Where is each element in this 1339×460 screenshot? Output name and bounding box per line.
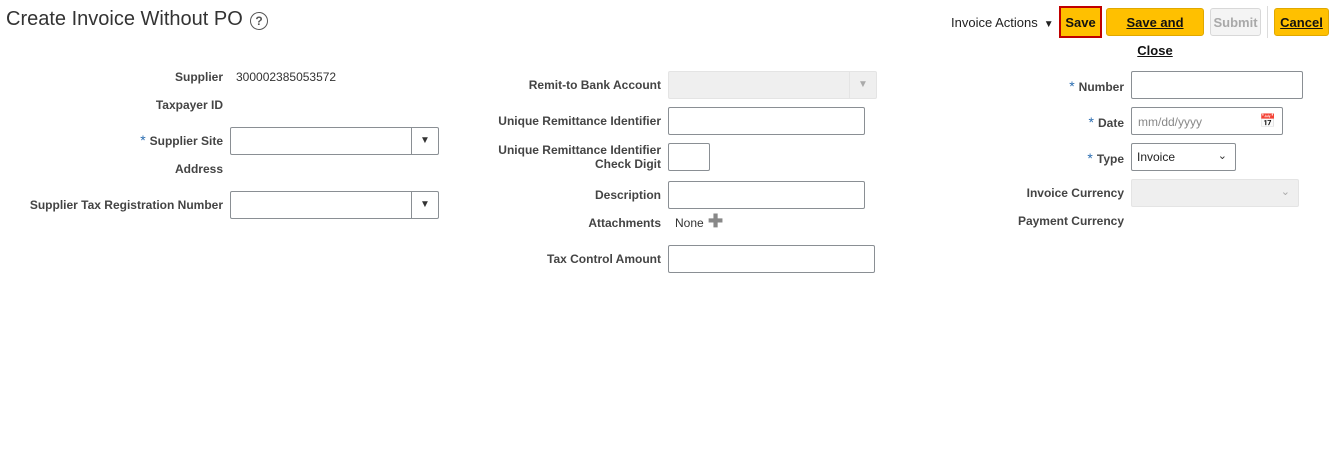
uri-check-digit-input[interactable] (668, 143, 710, 171)
uri-check-digit-label: Unique Remittance Identifier Check Digit (498, 143, 661, 171)
tax-control-amount-label: Tax Control Amount (547, 252, 661, 266)
invoice-actions-menu[interactable]: Invoice Actions ▼ (951, 15, 1054, 30)
help-icon[interactable]: ? (250, 12, 268, 30)
supplier-tax-registration-combobox[interactable]: ▼ (230, 191, 439, 219)
dropdown-arrow-icon: ▼ (849, 72, 876, 98)
attachments-value: None (675, 216, 704, 230)
type-select-value: Invoice (1137, 150, 1176, 164)
description-input[interactable] (668, 181, 865, 209)
uri-check-digit-label-line1: Unique Remittance Identifier (498, 143, 661, 157)
number-label: * Number (1069, 78, 1124, 94)
cancel-label: Cancel (1280, 15, 1323, 30)
remit-to-bank-label: Remit-to Bank Account (528, 78, 661, 92)
submit-button[interactable]: Submit (1210, 8, 1261, 36)
save-button[interactable]: Save (1059, 6, 1102, 38)
dropdown-arrow-icon[interactable]: ▼ (411, 128, 438, 154)
supplier-label: Supplier (174, 70, 223, 84)
save-and-close-label: Save and Close (1126, 15, 1184, 58)
remit-to-bank-select: ▼ (668, 71, 877, 99)
type-label-text: Type (1096, 152, 1124, 166)
address-label: Address (174, 162, 223, 176)
required-indicator: * (1069, 78, 1075, 94)
type-select[interactable]: Invoice ⌄ (1131, 143, 1236, 171)
supplier-site-label-text: Supplier Site (149, 134, 223, 148)
supplier-site-combobox[interactable]: ▼ (230, 127, 439, 155)
number-label-text: Number (1078, 80, 1124, 94)
supplier-site-label: * Supplier Site (140, 132, 223, 148)
description-label: Description (594, 188, 661, 202)
date-label-text: Date (1097, 116, 1124, 130)
required-indicator: * (140, 132, 146, 148)
supplier-tax-registration-label: Supplier Tax Registration Number (29, 198, 223, 212)
save-and-close-button[interactable]: Save and Close (1106, 8, 1204, 58)
invoice-number-input[interactable] (1131, 71, 1303, 99)
type-label: * Type (1087, 150, 1124, 166)
page-title: Create Invoice Without PO (6, 8, 243, 30)
toolbar-divider (1267, 6, 1268, 38)
invoice-actions-label: Invoice Actions (951, 15, 1038, 30)
required-indicator: * (1087, 150, 1093, 166)
date-label: * Date (1089, 114, 1124, 130)
chevron-down-icon: ⌄ (1217, 150, 1227, 162)
cancel-button[interactable]: Cancel (1274, 8, 1329, 36)
invoice-currency-select: ⌄ (1131, 179, 1299, 207)
attachments-label: Attachments (588, 216, 661, 230)
uri-check-digit-label-line2: Check Digit (594, 157, 661, 171)
tax-control-amount-input[interactable] (668, 245, 875, 273)
calendar-icon[interactable]: 📅 (1260, 113, 1276, 129)
dropdown-arrow-icon[interactable]: ▼ (411, 192, 438, 218)
unique-remittance-identifier-input[interactable] (668, 107, 865, 135)
chevron-down-icon: ⌄ (1280, 186, 1290, 198)
date-input[interactable]: mm/dd/yyyy 📅 (1131, 107, 1283, 135)
date-placeholder: mm/dd/yyyy (1138, 115, 1203, 129)
taxpayer-id-label: Taxpayer ID (155, 98, 223, 112)
invoice-currency-label: Invoice Currency (1026, 186, 1124, 200)
payment-currency-label: Payment Currency (1017, 214, 1124, 228)
caret-down-icon: ▼ (1043, 19, 1054, 30)
supplier-value: 300002385053572 (236, 70, 337, 84)
add-attachment-plus-icon[interactable]: ✚ (708, 211, 723, 232)
unique-remittance-identifier-label: Unique Remittance Identifier (498, 114, 661, 128)
required-indicator: * (1088, 114, 1094, 130)
